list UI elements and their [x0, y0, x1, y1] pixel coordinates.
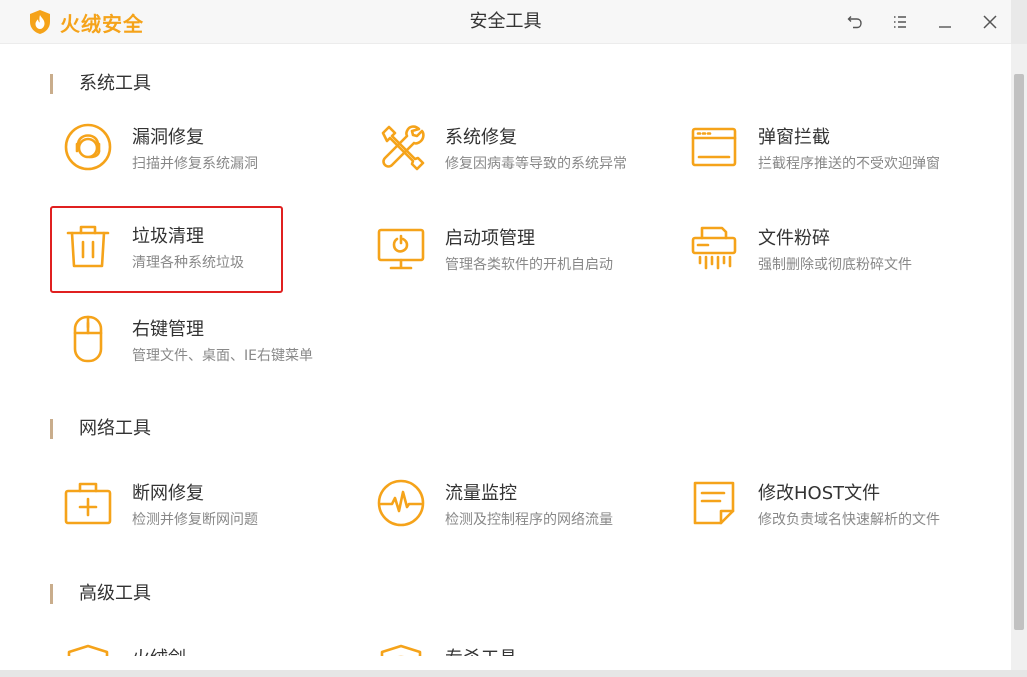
minimize-icon	[939, 26, 951, 28]
tool-desc: 清理各种系统垃圾	[132, 255, 244, 271]
tool-desc: 扫描并修复系统漏洞	[132, 156, 258, 172]
tool-name: 弹窗拦截	[758, 127, 830, 148]
close-button[interactable]	[978, 10, 1002, 34]
tool-file-shred[interactable]: 文件粉碎 强制删除或彻底粉碎文件	[676, 208, 976, 288]
shield-tool-icon	[375, 642, 427, 656]
traffic-monitor-icon	[375, 477, 427, 529]
tool-name: 漏洞修复	[132, 127, 204, 148]
tool-name: 火绒剑	[132, 644, 186, 656]
minimize-button[interactable]	[933, 10, 957, 34]
tool-desc: 强制删除或彻底粉碎文件	[758, 257, 912, 273]
tool-name: 右键管理	[132, 319, 204, 340]
shield-sword-icon	[62, 642, 114, 656]
back-button[interactable]	[843, 10, 867, 34]
host-file-icon	[688, 477, 740, 529]
menu-button[interactable]	[888, 10, 912, 34]
section-title-network: 网络工具	[50, 417, 151, 441]
tool-name: 流量监控	[445, 483, 517, 504]
bottom-edge	[0, 670, 1027, 677]
tool-startup-manage[interactable]: 启动项管理 管理各类软件的开机自启动	[363, 208, 663, 288]
mouse-icon	[62, 313, 114, 365]
bug-fix-icon	[62, 121, 114, 173]
popup-window-icon	[688, 121, 740, 173]
tool-name: 修改HOST文件	[758, 483, 881, 504]
tool-system-repair[interactable]: 系统修复 修复因病毒等导致的系统异常	[363, 107, 663, 187]
tool-desc: 检测及控制程序的网络流量	[445, 512, 613, 528]
tool-huorong-sword[interactable]: 火绒剑	[50, 628, 350, 656]
tool-name: 文件粉碎	[758, 228, 830, 249]
scrollbar-thumb[interactable]	[1014, 74, 1024, 630]
shredder-icon	[688, 222, 740, 274]
tool-junk-clean[interactable]: 垃圾清理 清理各种系统垃圾	[50, 206, 283, 293]
vertical-scrollbar[interactable]	[1011, 44, 1027, 670]
section-title-advanced: 高级工具	[50, 582, 151, 606]
tool-desc: 管理文件、桌面、IE右键菜单	[132, 348, 313, 364]
first-aid-kit-icon	[62, 477, 114, 529]
undo-arrow-icon	[847, 16, 862, 29]
tool-name: 垃圾清理	[132, 226, 204, 247]
tool-name: 启动项管理	[445, 228, 535, 249]
tool-popup-block[interactable]: 弹窗拦截 拦截程序推送的不受欢迎弹窗	[676, 107, 976, 187]
tool-traffic-monitor[interactable]: 流量监控 检测及控制程序的网络流量	[363, 463, 663, 543]
monitor-startup-icon	[375, 222, 427, 274]
tool-context-menu[interactable]: 右键管理 管理文件、桌面、IE右键菜单	[50, 299, 350, 379]
tool-desc: 修复因病毒等导致的系统异常	[445, 156, 627, 172]
tool-vulnerability-fix[interactable]: 漏洞修复 扫描并修复系统漏洞	[50, 107, 350, 187]
flame-shield-icon	[30, 10, 50, 34]
wrench-screwdriver-icon	[375, 121, 427, 173]
tool-name: 专杀工具	[445, 644, 517, 656]
trash-icon	[62, 220, 114, 272]
close-icon	[983, 15, 997, 29]
tool-network-repair[interactable]: 断网修复 检测并修复断网问题	[50, 463, 350, 543]
brand-name: 火绒安全	[60, 11, 144, 36]
tools-content: 系统工具 漏洞修复 扫描并修复系统漏洞 系统修复 修复因病毒等导致的系统异常 弹…	[0, 45, 1011, 656]
main-window: 火绒安全 安全工具 系统工具 漏洞修复 扫描并修复系统漏洞 系统修复 修复因病毒…	[0, 0, 1011, 670]
tool-name: 断网修复	[132, 483, 204, 504]
list-menu-icon	[894, 16, 906, 28]
section-title-system: 系统工具	[50, 72, 151, 96]
tool-desc: 管理各类软件的开机自启动	[445, 257, 613, 273]
tool-special-kill[interactable]: 专杀工具	[363, 628, 663, 656]
app-logo: 火绒安全	[28, 8, 144, 36]
tool-host-file[interactable]: 修改HOST文件 修改负责域名快速解析的文件	[676, 463, 976, 543]
tool-desc: 检测并修复断网问题	[132, 512, 258, 528]
tool-desc: 修改负责域名快速解析的文件	[758, 512, 940, 528]
title-bar: 火绒安全 安全工具	[0, 0, 1011, 44]
tool-name: 系统修复	[445, 127, 517, 148]
tool-desc: 拦截程序推送的不受欢迎弹窗	[758, 156, 940, 172]
